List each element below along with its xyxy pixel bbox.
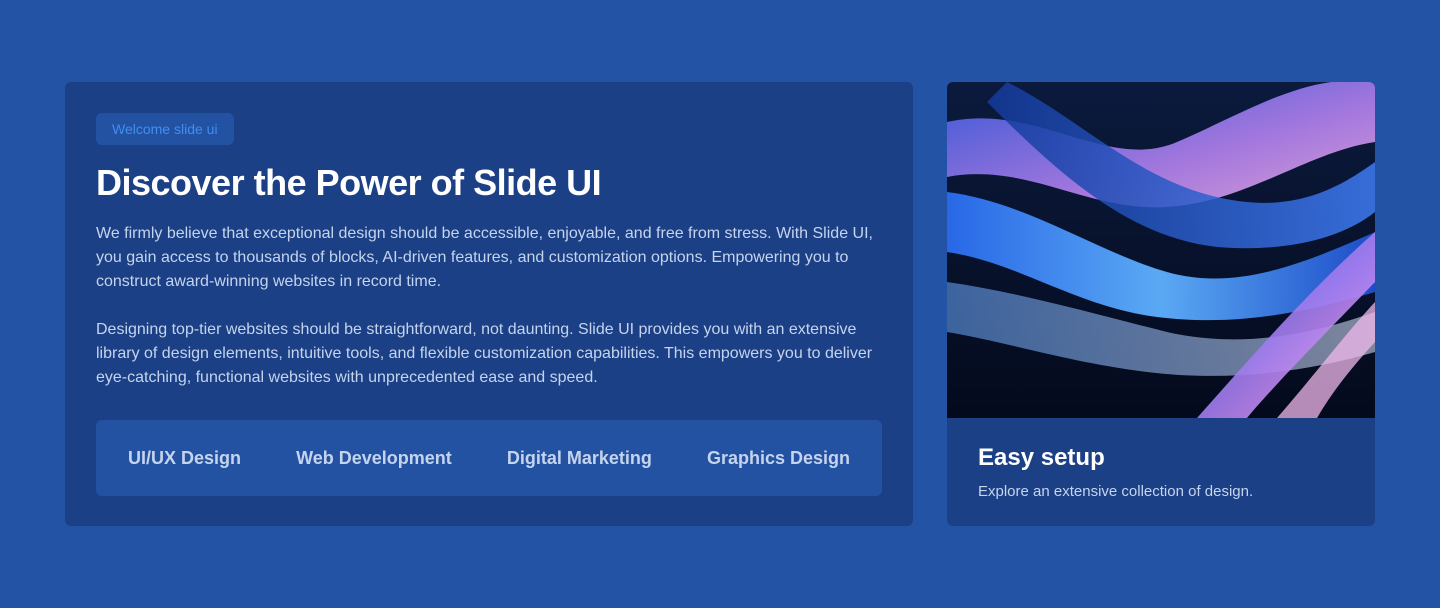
service-uiux-design[interactable]: UI/UX Design [128,448,241,469]
abstract-wave-image [947,82,1375,418]
feature-title: Easy setup [978,444,1105,471]
hero-card: Welcome slide ui Discover the Power of S… [65,82,913,526]
feature-description: Explore an extensive collection of desig… [978,483,1254,500]
feature-card: Easy setup Explore an extensive collecti… [947,82,1375,526]
hero-paragraph-1: We firmly believe that exceptional desig… [96,225,873,290]
hero-paragraph-2: Designing top-tier websites should be st… [96,321,873,386]
welcome-badge: Welcome slide ui [96,113,234,145]
service-graphics-design[interactable]: Graphics Design [707,448,850,469]
services-bar: UI/UX Design Web Development Digital Mar… [96,420,882,496]
service-web-development[interactable]: Web Development [296,448,452,469]
service-digital-marketing[interactable]: Digital Marketing [507,448,652,469]
hero-title: Discover the Power of Slide UI [96,162,602,203]
